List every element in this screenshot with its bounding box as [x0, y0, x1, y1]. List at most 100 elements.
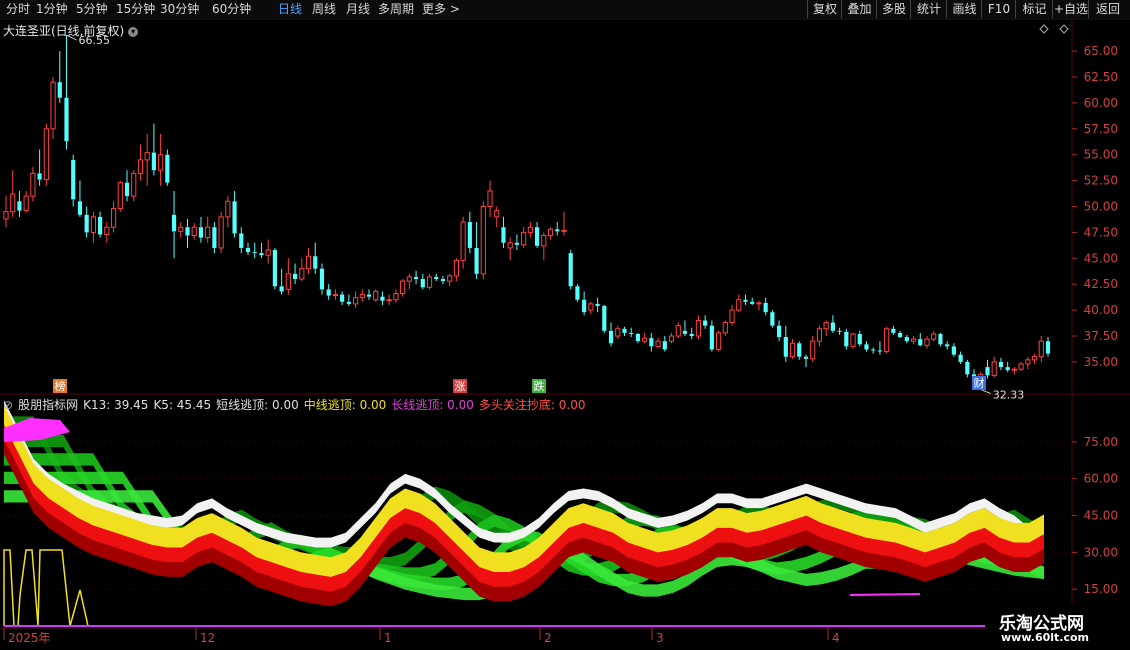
candle — [23, 190, 29, 213]
candle-body — [332, 294, 338, 297]
candle-body — [837, 330, 842, 332]
candle — [232, 190, 237, 238]
candle — [816, 325, 823, 347]
candle-body — [453, 259, 459, 277]
candle-body — [487, 190, 493, 207]
indicator-settings-icon[interactable]: ⊘ — [3, 398, 13, 412]
candle-body — [898, 332, 903, 338]
candle-body — [675, 325, 681, 337]
candle-body — [373, 290, 379, 301]
indicator-value-2: 短线逃顶: 0.00 — [216, 398, 299, 412]
event-marker-label: 涨 — [455, 380, 466, 393]
candle — [777, 320, 782, 342]
candle-body — [945, 344, 950, 347]
diamond-icon — [1059, 24, 1069, 34]
candle — [703, 315, 708, 329]
candle-body — [864, 344, 869, 350]
candle — [709, 320, 714, 352]
candle-body — [521, 231, 527, 246]
candle-body — [346, 301, 351, 304]
candle-body — [689, 333, 694, 337]
candle — [151, 123, 156, 176]
candle-body — [743, 299, 748, 302]
candle-body — [440, 279, 446, 282]
price-tick-label: 35.00 — [1084, 355, 1118, 369]
candle — [124, 170, 130, 202]
candle — [595, 297, 600, 313]
candle-body — [850, 333, 856, 347]
candle — [37, 149, 42, 186]
candle-body — [340, 294, 345, 302]
event-marker: 财 — [972, 376, 986, 390]
candle-body — [50, 81, 56, 130]
candle-body — [319, 268, 325, 290]
candle — [326, 284, 331, 300]
candle — [904, 334, 909, 344]
candle-body — [622, 328, 627, 333]
candle-body — [823, 322, 829, 330]
date-tick-label: 3 — [656, 631, 664, 645]
indicator-title: ⊘ 股朋指标网 K13: 39.45 K5: 45.45 短线逃顶: 0.00 中线逃顶:… — [3, 396, 590, 413]
candle — [77, 180, 83, 217]
candle-body — [279, 286, 284, 292]
candle — [191, 223, 197, 240]
candle-body — [393, 293, 399, 301]
candle — [608, 322, 614, 347]
candle — [655, 338, 661, 349]
candle-body — [380, 296, 385, 301]
event-marker-label: 财 — [974, 376, 985, 390]
candle-body — [763, 302, 768, 313]
candle-body — [17, 201, 22, 211]
price-tick-label: 47.50 — [1084, 225, 1118, 239]
logo-url: www.60lt.com — [1001, 631, 1090, 644]
price-tick-label: 40.00 — [1084, 303, 1118, 317]
candle-body — [467, 222, 472, 248]
candle — [340, 291, 345, 305]
date-tick-label: 2025年 — [8, 631, 51, 645]
candle-body — [420, 279, 425, 288]
candle-body — [998, 361, 1004, 368]
candle — [413, 270, 419, 285]
candle — [487, 180, 493, 217]
candle — [534, 222, 540, 248]
candle-body — [259, 253, 264, 256]
candle-body — [84, 214, 89, 233]
candle — [279, 268, 284, 295]
candle-body — [803, 356, 809, 359]
candle — [689, 327, 694, 340]
indicator-name: 股朋指标网 — [18, 398, 79, 412]
candle-body — [124, 182, 130, 197]
candle-body — [891, 328, 896, 333]
candle-body — [292, 273, 298, 280]
candle-body — [366, 294, 372, 297]
candle-body — [668, 335, 675, 342]
candle-body — [877, 350, 883, 352]
candle — [850, 332, 856, 349]
candle — [373, 289, 379, 302]
candle-body — [1011, 368, 1017, 371]
indicator-value-1: K5: 45.45 — [153, 398, 212, 412]
indicator-tick-label: 30.00 — [1084, 545, 1118, 559]
candle — [615, 325, 621, 340]
candle-body — [649, 338, 654, 347]
candle — [951, 343, 956, 357]
candle — [649, 332, 654, 352]
candle-body — [783, 337, 788, 357]
candle — [3, 196, 9, 228]
candle-body — [750, 301, 755, 304]
candle-body — [1038, 340, 1044, 358]
candle — [924, 336, 930, 349]
chart-canvas: 65.00 62.50 60.00 57.50 55.00 52.50 50.00 47.50… — [0, 20, 1130, 650]
indicator-step-line — [3, 549, 89, 627]
candle-body — [615, 328, 621, 337]
candle — [547, 227, 554, 240]
candle — [521, 227, 527, 248]
candle — [844, 328, 849, 350]
candle-body — [245, 247, 251, 253]
indicator-tick-label: 15.00 — [1084, 582, 1118, 596]
candle — [789, 339, 796, 359]
candle — [245, 242, 251, 256]
candle-body — [447, 275, 453, 282]
candle-body — [57, 82, 62, 98]
candle — [998, 357, 1004, 371]
